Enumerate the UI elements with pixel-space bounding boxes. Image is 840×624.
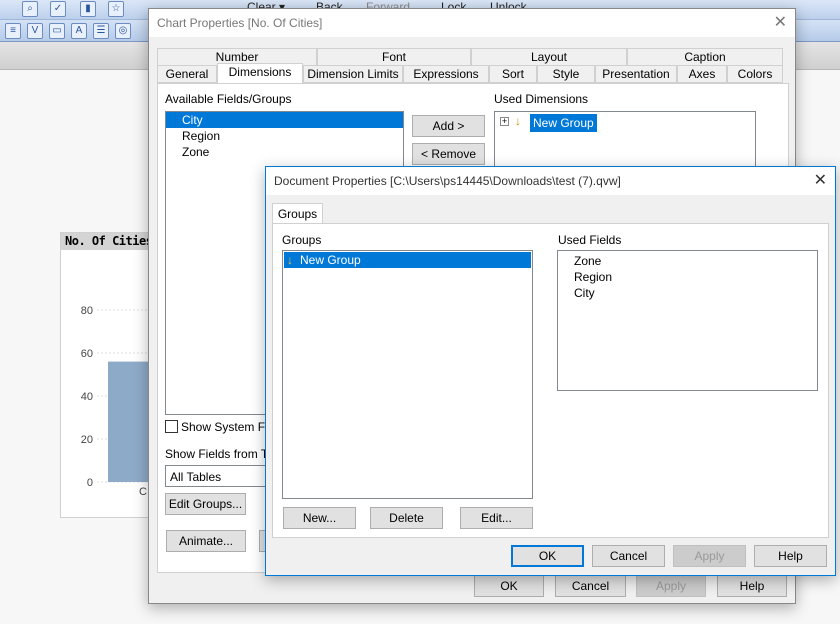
- edit-group-button[interactable]: Edit...: [460, 507, 533, 529]
- chart-object[interactable]: No. Of Cities 0 20 40 60 80 C: [60, 232, 161, 518]
- groups-label: Groups: [282, 233, 322, 247]
- close-icon[interactable]: ✕: [774, 9, 787, 37]
- search-icon[interactable]: ⌕: [22, 1, 38, 17]
- list-item[interactable]: Region: [558, 269, 817, 285]
- tab-general[interactable]: General: [157, 65, 217, 83]
- checkbox-icon[interactable]: ✓: [50, 1, 66, 17]
- group-name: New Group: [300, 253, 361, 267]
- expand-icon[interactable]: +: [500, 117, 509, 126]
- apply-button: Apply: [636, 575, 706, 597]
- tab-style[interactable]: Style: [537, 65, 595, 83]
- tab-dimensions[interactable]: Dimensions: [217, 63, 303, 84]
- x-tick-label: C: [139, 486, 147, 498]
- list-item[interactable]: Zone: [558, 253, 817, 269]
- animate-button[interactable]: Animate...: [166, 530, 246, 552]
- star-icon[interactable]: ☆: [108, 1, 124, 17]
- ok-button[interactable]: OK: [474, 575, 544, 597]
- tab-caption[interactable]: Caption: [627, 48, 783, 66]
- chart-icon[interactable]: ▮: [80, 1, 96, 17]
- y-tick-label: 80: [81, 305, 93, 317]
- dialog-title: Chart Properties [No. Of Cities]: [149, 9, 795, 37]
- used-dimensions-label: Used Dimensions: [494, 92, 589, 106]
- drilldown-group-icon: ↓: [515, 114, 521, 128]
- input-box-icon[interactable]: ☰: [93, 23, 109, 39]
- edit-groups-button[interactable]: Edit Groups...: [165, 493, 246, 515]
- delete-group-button[interactable]: Delete: [370, 507, 443, 529]
- chart-svg: 0 20 40 60 80 C: [81, 305, 161, 498]
- apply-button: Apply: [673, 545, 746, 567]
- tab-dimension-limits[interactable]: Dimension Limits: [303, 65, 403, 83]
- tab-groups[interactable]: Groups: [272, 203, 323, 224]
- add-button[interactable]: Add >: [412, 115, 485, 137]
- close-icon[interactable]: ✕: [814, 167, 827, 195]
- remove-button[interactable]: < Remove: [412, 143, 485, 165]
- list-item[interactable]: Zone: [166, 144, 403, 160]
- used-fields-list[interactable]: Zone Region City: [557, 250, 818, 391]
- available-label: Available Fields/Groups: [165, 92, 292, 106]
- dialog-title: Document Properties [C:\Users\ps14445\Do…: [266, 167, 835, 195]
- tab-layout[interactable]: Layout: [471, 48, 627, 66]
- tab-axes[interactable]: Axes: [677, 65, 727, 83]
- multibox-icon[interactable]: V: [27, 23, 43, 39]
- cancel-button[interactable]: Cancel: [592, 545, 665, 567]
- ok-button[interactable]: OK: [511, 545, 584, 567]
- help-button[interactable]: Help: [717, 575, 787, 597]
- list-item[interactable]: City: [558, 285, 817, 301]
- list-item[interactable]: City: [166, 112, 403, 128]
- document-properties-dialog: Document Properties [C:\Users\ps14445\Do…: [265, 166, 836, 576]
- tab-presentation[interactable]: Presentation: [595, 65, 677, 83]
- tab-font[interactable]: Font: [317, 48, 471, 66]
- y-tick-label: 20: [81, 434, 93, 446]
- help-button[interactable]: Help: [754, 545, 827, 567]
- y-tick-label: 0: [87, 477, 93, 489]
- table-box-icon[interactable]: ▭: [49, 23, 65, 39]
- cancel-button[interactable]: Cancel: [555, 575, 626, 597]
- text-object-icon[interactable]: A: [71, 23, 87, 39]
- list-item[interactable]: ↓ New Group: [284, 252, 531, 268]
- tab-colors[interactable]: Colors: [727, 65, 783, 83]
- show-system-fields-checkbox[interactable]: [165, 420, 178, 433]
- used-fields-label: Used Fields: [558, 233, 622, 247]
- statistics-box-icon[interactable]: ◎: [115, 23, 131, 39]
- groups-list[interactable]: ↓ New Group: [282, 250, 533, 499]
- y-tick-label: 60: [81, 348, 93, 360]
- tab-expressions[interactable]: Expressions: [403, 65, 489, 83]
- drilldown-group-icon: ↓: [287, 253, 293, 267]
- list-item[interactable]: Region: [166, 128, 403, 144]
- new-group-button[interactable]: New...: [283, 507, 356, 529]
- y-tick-label: 40: [81, 391, 93, 403]
- tab-sort[interactable]: Sort: [489, 65, 537, 83]
- list-item[interactable]: New Group: [530, 114, 597, 132]
- list-box-icon[interactable]: ≡: [5, 23, 21, 39]
